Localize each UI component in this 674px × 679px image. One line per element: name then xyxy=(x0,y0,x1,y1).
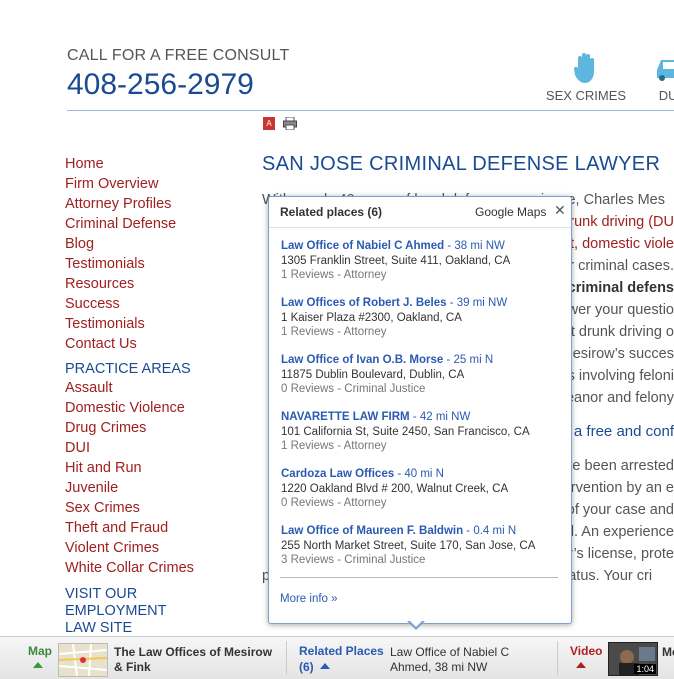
place-distance: - 0.4 mi N xyxy=(463,525,517,537)
place-name[interactable]: Law Office of Maureen F. Baldwin xyxy=(281,525,463,537)
video-tab-label[interactable]: Video xyxy=(570,644,602,658)
map-title-line-2: & Fink xyxy=(114,660,151,674)
nav-firm-overview[interactable]: Firm Overview xyxy=(65,174,255,194)
place-item[interactable]: Law Office of Ivan O.B. Morse - 25 mi N … xyxy=(281,353,566,397)
nav-contact-us[interactable]: Contact Us xyxy=(65,334,255,354)
map-title-line-1: The Law Offices of Mesirow xyxy=(114,645,273,659)
phone-number[interactable]: 408-256-2979 xyxy=(67,68,254,102)
place-meta: 0 Reviews - Criminal Justice xyxy=(281,383,426,395)
nav-success-testimonials[interactable]: Testimonials xyxy=(65,314,255,334)
place-item[interactable]: Cardoza Law Offices - 40 mi N 1220 Oakla… xyxy=(281,467,566,511)
employment-line-1: VISIT OUR xyxy=(65,586,138,602)
nav-success[interactable]: Success xyxy=(65,294,255,314)
dui-label: DUI xyxy=(658,88,674,103)
expand-arrow-icon[interactable] xyxy=(320,663,330,669)
place-name[interactable]: NAVARETTE LAW FIRM xyxy=(281,411,410,423)
nav-attorney-profiles[interactable]: Attorney Profiles xyxy=(65,194,255,214)
practice-areas-heading: PRACTICE AREAS xyxy=(65,361,191,377)
header-divider xyxy=(67,110,674,111)
bar-separator xyxy=(557,641,558,675)
hand-icon xyxy=(573,53,594,83)
place-item[interactable]: Law Office of Maureen F. Baldwin - 0.4 m… xyxy=(281,524,566,568)
place-address: 1220 Oakland Blvd # 200, Walnut Creek, C… xyxy=(281,482,509,495)
print-icon[interactable] xyxy=(283,116,297,135)
place-name[interactable]: Law Office of Nabiel C Ahmed xyxy=(281,240,444,252)
nav-sex-crimes[interactable]: Sex Crimes xyxy=(65,498,255,518)
place-meta: 1 Reviews - Attorney xyxy=(281,269,387,281)
nav-theft-and-fraud[interactable]: Theft and Fraud xyxy=(65,518,255,538)
place-distance: - 40 mi N xyxy=(394,468,444,480)
more-info-link[interactable]: More info » xyxy=(280,593,338,605)
nav-hit-and-run[interactable]: Hit and Run xyxy=(65,458,255,478)
place-meta: 0 Reviews - Attorney xyxy=(281,497,387,509)
place-distance: - 25 mi N xyxy=(443,354,494,366)
nav-drug-crimes[interactable]: Drug Crimes xyxy=(65,418,255,438)
video-title[interactable]: Me xyxy=(662,645,674,659)
popup-title: Related places (6) xyxy=(280,205,383,219)
employment-line-3: LAW SITE xyxy=(65,620,133,636)
place-distance: - 38 mi NW xyxy=(444,240,505,252)
popup-header: Related places (6) Google Maps ✕ xyxy=(269,197,571,228)
sex-crimes-link[interactable]: SEX CRIMES xyxy=(536,52,636,103)
employment-link[interactable]: VISIT OUR EMPLOYMENT LAW SITE xyxy=(65,586,255,637)
place-name[interactable]: Law Office of Ivan O.B. Morse xyxy=(281,354,443,366)
related-title-line-2: Ahmed, 38 mi NW xyxy=(390,660,488,674)
nav-violent-crimes[interactable]: Violent Crimes xyxy=(65,538,255,558)
place-meta: 3 Reviews - Criminal Justice xyxy=(281,554,426,566)
consult-text: CALL FOR A FREE CONSULT xyxy=(67,47,290,64)
related-places-popup: Related places (6) Google Maps ✕ Law Off… xyxy=(268,196,572,624)
related-places-count: (6) xyxy=(299,660,314,674)
nav-criminal-defense[interactable]: Criminal Defense xyxy=(65,214,255,234)
dui-link[interactable]: DUI xyxy=(640,52,674,103)
expand-arrow-icon[interactable] xyxy=(33,662,43,668)
related-places-tab-label[interactable]: Related Places xyxy=(299,644,384,658)
close-icon[interactable]: ✕ xyxy=(554,202,566,219)
related-place-title[interactable]: Law Office of Nabiel C Ahmed, 38 mi NW xyxy=(390,645,509,675)
map-place-title[interactable]: The Law Offices of Mesirow & Fink xyxy=(114,645,272,675)
place-distance: - 42 mi NW xyxy=(409,411,471,423)
popup-divider xyxy=(280,577,558,578)
nav-juvenile[interactable]: Juvenile xyxy=(65,478,255,498)
map-tab-label[interactable]: Map xyxy=(28,644,52,658)
pdf-icon[interactable]: A xyxy=(263,117,275,130)
nav-domestic-violence[interactable]: Domestic Violence xyxy=(65,398,255,418)
nav-testimonials[interactable]: Testimonials xyxy=(65,254,255,274)
bottom-info-bar: Map The Law Offices of Mesirow & Fink Re… xyxy=(0,636,674,679)
place-name[interactable]: Cardoza Law Offices xyxy=(281,468,394,480)
related-title-line-1: Law Office of Nabiel C xyxy=(390,645,510,659)
video-thumbnail[interactable]: 1:04 xyxy=(608,642,658,676)
nav-assault[interactable]: Assault xyxy=(65,378,255,398)
nav-dui[interactable]: DUI xyxy=(65,438,255,458)
place-address: 101 California St, Suite 2450, San Franc… xyxy=(281,425,530,438)
place-address: 1 Kaiser Plaza #2300, Oakland, CA xyxy=(281,311,462,324)
place-address: 255 North Market Street, Suite 170, San … xyxy=(281,539,536,552)
place-address: 1305 Franklin Street, Suite 411, Oakland… xyxy=(281,254,511,267)
place-item[interactable]: Law Offices of Robert J. Beles - 39 mi N… xyxy=(281,296,566,340)
place-meta: 1 Reviews - Attorney xyxy=(281,440,387,452)
place-meta: 1 Reviews - Attorney xyxy=(281,326,387,338)
employment-line-2: EMPLOYMENT xyxy=(65,603,167,619)
left-navigation: Home Firm Overview Attorney Profiles Cri… xyxy=(65,154,255,637)
google-maps-link[interactable]: Google Maps xyxy=(475,205,546,219)
sex-crimes-label: SEX CRIMES xyxy=(545,88,627,103)
popup-pointer-inner xyxy=(409,620,423,627)
place-distance: - 39 mi NW xyxy=(446,297,508,309)
place-item[interactable]: NAVARETTE LAW FIRM - 42 mi NW 101 Califo… xyxy=(281,410,566,454)
place-item[interactable]: Law Office of Nabiel C Ahmed - 38 mi NW … xyxy=(281,239,566,283)
page-title: SAN JOSE CRIMINAL DEFENSE LAWYER xyxy=(262,153,661,175)
nav-white-collar-crimes[interactable]: White Collar Crimes xyxy=(65,558,255,578)
video-duration: 1:04 xyxy=(634,664,656,674)
nav-resources[interactable]: Resources xyxy=(65,274,255,294)
expand-arrow-icon[interactable] xyxy=(576,662,586,668)
car-icon xyxy=(657,60,674,81)
place-address: 11875 Dublin Boulevard, Dublin, CA xyxy=(281,368,465,381)
map-thumbnail[interactable] xyxy=(58,643,108,677)
nav-blog[interactable]: Blog xyxy=(65,234,255,254)
place-name[interactable]: Law Offices of Robert J. Beles xyxy=(281,297,447,309)
nav-home[interactable]: Home xyxy=(65,154,255,174)
bar-separator xyxy=(286,641,287,675)
